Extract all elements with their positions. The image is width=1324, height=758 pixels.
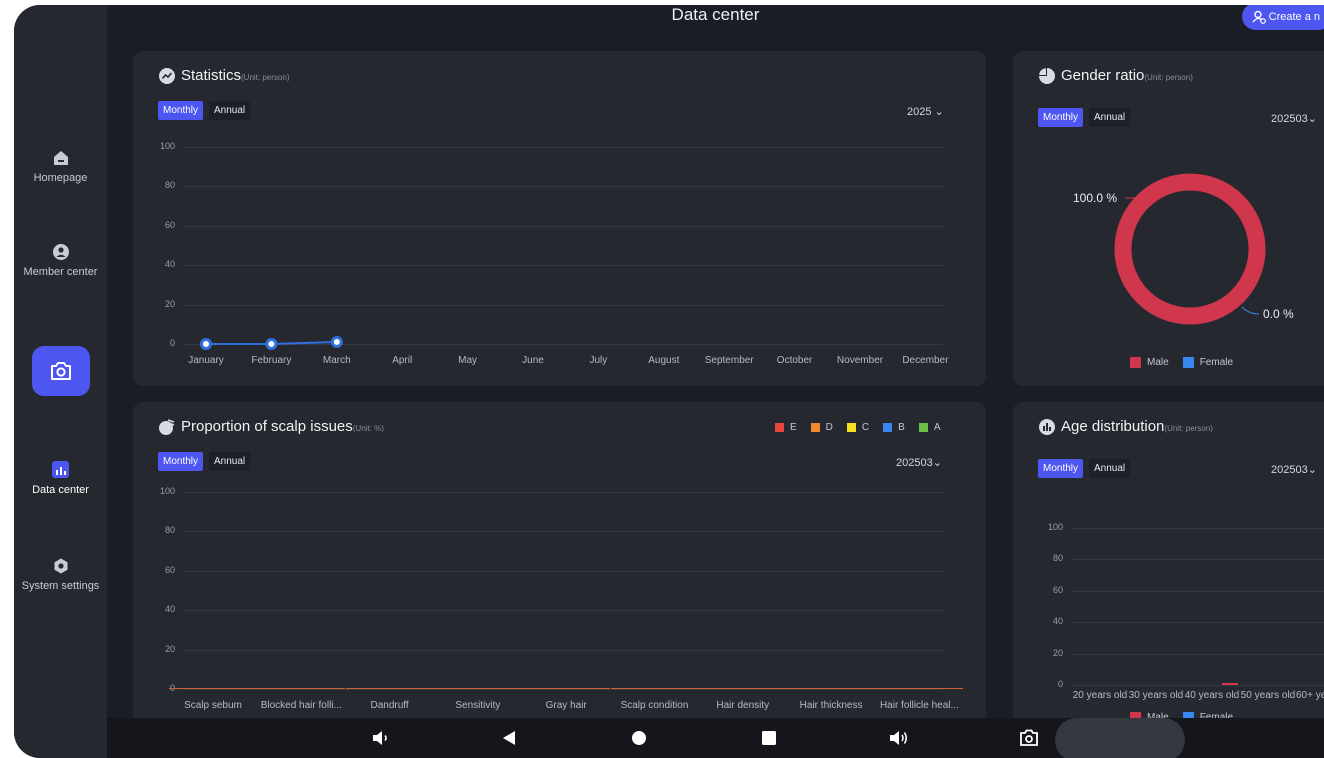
age-chart: 0 20 40 60 80 100 20 years old 30 years old 40 y… bbox=[1013, 402, 1324, 742]
y-tick-label: 20 bbox=[164, 643, 175, 654]
y-tick-label: 40 bbox=[1052, 616, 1063, 627]
chart-icon bbox=[52, 461, 69, 478]
sidebar-item-camera[interactable] bbox=[32, 346, 90, 396]
grid-line bbox=[1071, 528, 1324, 529]
bar bbox=[345, 688, 434, 689]
add-user-icon bbox=[1252, 10, 1266, 24]
legend-item-male[interactable]: Male bbox=[1130, 357, 1169, 368]
bar bbox=[610, 688, 699, 689]
x-tick-label: 60+ years old bbox=[1296, 690, 1324, 701]
statistics-plot bbox=[200, 336, 343, 350]
home-button-icon[interactable] bbox=[629, 728, 649, 748]
scalp-chart: 020406080100Scalp sebumBlocked hair foll… bbox=[133, 402, 986, 742]
grid-line bbox=[1071, 685, 1324, 686]
y-tick-label: 0 bbox=[1057, 679, 1063, 689]
grid-line bbox=[183, 689, 943, 690]
y-tick-label: 100 bbox=[159, 486, 175, 496]
y-tick-label: 80 bbox=[164, 525, 175, 536]
sidebar-item-label: System settings bbox=[21, 580, 100, 592]
y-tick-label: 20 bbox=[1052, 647, 1063, 658]
data-point[interactable] bbox=[200, 338, 212, 350]
recents-icon[interactable] bbox=[759, 728, 779, 748]
sidebar-item-label: Member center bbox=[23, 266, 98, 278]
label-leader-line bbox=[1241, 306, 1260, 315]
grid-line bbox=[1071, 622, 1324, 624]
settings-icon bbox=[52, 557, 69, 574]
x-tick-label: Dandruff bbox=[370, 700, 409, 711]
bar bbox=[1222, 683, 1238, 685]
x-tick-label: Scalp sebum bbox=[184, 700, 242, 711]
bar bbox=[698, 688, 787, 689]
data-label: 0.0 % bbox=[1263, 307, 1294, 321]
age-card: Age distribution (Unit: person) Monthly A… bbox=[1013, 402, 1324, 742]
x-tick-label: 50 years old bbox=[1240, 690, 1296, 701]
y-tick-label: 60 bbox=[1052, 584, 1063, 595]
grid-line bbox=[183, 570, 943, 572]
gender-donut-chart: 100.0 % 0.0 % bbox=[1073, 173, 1294, 325]
scalp-card: Proportion of scalp issues (Unit: %) EDCB… bbox=[133, 402, 986, 742]
bar bbox=[433, 688, 522, 689]
volume-up-icon[interactable] bbox=[889, 728, 909, 748]
sidebar-item-label: Homepage bbox=[33, 172, 88, 184]
y-tick-label: 100 bbox=[1047, 522, 1063, 532]
bar bbox=[169, 688, 257, 689]
bar bbox=[522, 688, 611, 689]
x-tick-label: 20 years old bbox=[1072, 690, 1128, 701]
grid-line bbox=[1071, 653, 1324, 655]
grid-line bbox=[1071, 559, 1324, 561]
grid-line bbox=[183, 492, 943, 493]
bar bbox=[257, 688, 346, 689]
sidebar-item-data-center[interactable]: Data center bbox=[14, 461, 107, 496]
volume-down-icon[interactable] bbox=[371, 728, 391, 748]
camera-icon bbox=[51, 362, 71, 380]
data-point[interactable] bbox=[330, 336, 343, 349]
create-button-label: Create a n bbox=[1268, 10, 1320, 23]
sidebar: Homepage Member center Data center Syste… bbox=[14, 5, 107, 758]
sidebar-item-system-settings[interactable]: System settings bbox=[14, 557, 107, 592]
member-icon bbox=[52, 243, 69, 260]
bar bbox=[875, 688, 964, 689]
data-label: 100.0 % bbox=[1073, 191, 1117, 205]
x-tick-label: Hair density bbox=[716, 700, 770, 711]
grid-line bbox=[183, 531, 943, 533]
home-icon bbox=[52, 149, 69, 166]
x-tick-label: 40 years old bbox=[1184, 690, 1240, 701]
create-button[interactable]: Create a n bbox=[1241, 5, 1324, 30]
statistics-chart: 0 20 40 60 80 100 January February March April May… bbox=[133, 51, 986, 386]
grid-line bbox=[183, 649, 943, 651]
sidebar-item-homepage[interactable]: Homepage bbox=[14, 149, 107, 184]
sidebar-item-label: Data center bbox=[32, 484, 89, 496]
sidebar-item-member-center[interactable]: Member center bbox=[14, 243, 107, 278]
grid-line bbox=[183, 610, 943, 612]
x-tick-label: Blocked hair folli... bbox=[260, 700, 342, 711]
screenshot-camera-icon[interactable] bbox=[1019, 728, 1039, 748]
system-navigation-bar bbox=[107, 718, 1324, 758]
app-window: Homepage Member center Data center Syste… bbox=[14, 5, 1324, 758]
screenshot-pill[interactable] bbox=[1055, 718, 1185, 758]
x-tick-label: 30 years old bbox=[1128, 690, 1184, 701]
y-tick-label: 60 bbox=[164, 564, 175, 575]
data-point[interactable] bbox=[265, 338, 278, 350]
main-area: Data center Create a n Statistics (Unit: … bbox=[107, 5, 1324, 758]
y-tick-label: 80 bbox=[1052, 553, 1063, 564]
gender-legend: Male Female bbox=[1130, 357, 1233, 368]
x-tick-label: Hair thickness bbox=[799, 700, 863, 711]
bar bbox=[787, 688, 876, 689]
x-tick-label: Scalp condition bbox=[620, 700, 689, 711]
y-tick-label: 40 bbox=[164, 604, 175, 615]
x-tick-label: Gray hair bbox=[545, 700, 587, 711]
legend-item-female[interactable]: Female bbox=[1182, 357, 1233, 368]
grid-line bbox=[1071, 590, 1324, 592]
statistics-card: Statistics (Unit: person) Monthly Annual … bbox=[133, 51, 986, 386]
page-title: Data center bbox=[671, 5, 760, 24]
donut-slice-male[interactable] bbox=[1114, 173, 1266, 325]
back-icon[interactable] bbox=[499, 728, 519, 748]
x-tick-label: Hair follicle heal... bbox=[879, 700, 959, 711]
x-tick-label: Sensitivity bbox=[455, 700, 501, 711]
gender-card: Gender ratio (Unit: person) Monthly Annua… bbox=[1013, 51, 1324, 386]
